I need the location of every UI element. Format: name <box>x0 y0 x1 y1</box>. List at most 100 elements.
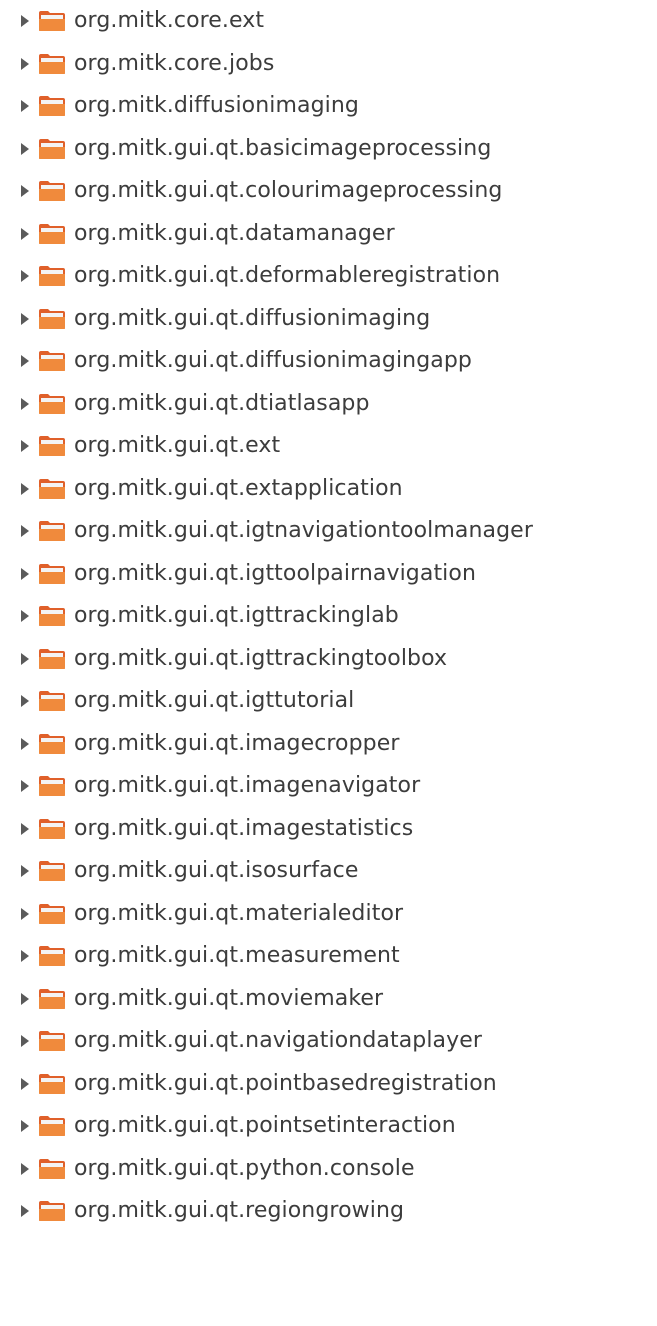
tree-item-label: org.mitk.gui.qt.igttrackingtoolbox <box>74 645 448 671</box>
tree-item[interactable]: org.mitk.gui.qt.materialeditor <box>0 893 657 936</box>
tree-item-label: org.mitk.gui.qt.pointbasedregistration <box>74 1070 497 1096</box>
tree-item[interactable]: org.mitk.gui.qt.isosurface <box>0 850 657 893</box>
expander-triangle-right-icon[interactable] <box>20 777 34 795</box>
tree-item[interactable]: org.mitk.gui.qt.igttutorial <box>0 680 657 723</box>
folder-icon <box>38 647 68 671</box>
tree-item-label: org.mitk.gui.qt.diffusionimagingapp <box>74 348 472 374</box>
tree-item[interactable]: org.mitk.gui.qt.imagecropper <box>0 723 657 766</box>
expander-triangle-right-icon[interactable] <box>20 607 34 625</box>
tree-item[interactable]: org.mitk.core.ext <box>0 0 657 43</box>
tree-item[interactable]: org.mitk.gui.qt.regiongrowing <box>0 1190 657 1233</box>
folder-icon <box>38 264 68 288</box>
expander-triangle-right-icon[interactable] <box>20 735 34 753</box>
tree-item[interactable]: org.mitk.gui.qt.imagenavigator <box>0 765 657 808</box>
tree-item[interactable]: org.mitk.diffusionimaging <box>0 85 657 128</box>
tree-item-label: org.mitk.gui.qt.diffusionimaging <box>74 305 431 331</box>
tree-item-label: org.mitk.gui.qt.igttrackinglab <box>74 603 399 629</box>
expander-triangle-right-icon[interactable] <box>20 140 34 158</box>
folder-icon <box>38 434 68 458</box>
tree-item-label: org.mitk.diffusionimaging <box>74 93 359 119</box>
tree-item-label: org.mitk.gui.qt.python.console <box>74 1155 415 1181</box>
expander-triangle-right-icon[interactable] <box>20 437 34 455</box>
tree-item[interactable]: org.mitk.gui.qt.diffusionimagingapp <box>0 340 657 383</box>
tree-item[interactable]: org.mitk.gui.qt.moviemaker <box>0 978 657 1021</box>
folder-icon <box>38 817 68 841</box>
tree-item[interactable]: org.mitk.gui.qt.igttoolpairnavigation <box>0 553 657 596</box>
expander-triangle-right-icon[interactable] <box>20 182 34 200</box>
folder-icon <box>38 179 68 203</box>
tree-item[interactable]: org.mitk.core.jobs <box>0 43 657 86</box>
tree-item[interactable]: org.mitk.gui.qt.imagestatistics <box>0 808 657 851</box>
expander-triangle-right-icon[interactable] <box>20 480 34 498</box>
folder-icon <box>38 604 68 628</box>
expander-triangle-right-icon[interactable] <box>20 650 34 668</box>
expander-triangle-right-icon[interactable] <box>20 905 34 923</box>
folder-icon <box>38 519 68 543</box>
folder-icon <box>38 562 68 586</box>
folder-icon <box>38 349 68 373</box>
folder-icon <box>38 689 68 713</box>
tree-item-label: org.mitk.gui.qt.deformableregistration <box>74 263 501 289</box>
expander-triangle-right-icon[interactable] <box>20 1160 34 1178</box>
tree-item-label: org.mitk.gui.qt.isosurface <box>74 858 359 884</box>
tree-item[interactable]: org.mitk.gui.qt.ext <box>0 425 657 468</box>
tree-item-label: org.mitk.gui.qt.igtnavigationtoolmanager <box>74 518 533 544</box>
tree-item[interactable]: org.mitk.gui.qt.measurement <box>0 935 657 978</box>
tree-item[interactable]: org.mitk.gui.qt.basicimageprocessing <box>0 128 657 171</box>
tree-item[interactable]: org.mitk.gui.qt.pointsetinteraction <box>0 1105 657 1148</box>
folder-icon <box>38 222 68 246</box>
expander-triangle-right-icon[interactable] <box>20 225 34 243</box>
tree-item[interactable]: org.mitk.gui.qt.dtiatlasapp <box>0 383 657 426</box>
tree-item[interactable]: org.mitk.gui.qt.igtnavigationtoolmanager <box>0 510 657 553</box>
tree-item[interactable]: org.mitk.gui.qt.extapplication <box>0 468 657 511</box>
tree-item-label: org.mitk.core.jobs <box>74 50 275 76</box>
tree-item-label: org.mitk.gui.qt.measurement <box>74 943 400 969</box>
expander-triangle-right-icon[interactable] <box>20 1075 34 1093</box>
folder-icon <box>38 1072 68 1096</box>
tree-item[interactable]: org.mitk.gui.qt.python.console <box>0 1148 657 1191</box>
folder-icon <box>38 859 68 883</box>
expander-triangle-right-icon[interactable] <box>20 862 34 880</box>
folder-icon <box>38 987 68 1011</box>
tree-item[interactable]: org.mitk.gui.qt.pointbasedregistration <box>0 1063 657 1106</box>
expander-triangle-right-icon[interactable] <box>20 692 34 710</box>
expander-triangle-right-icon[interactable] <box>20 1117 34 1135</box>
folder-icon <box>38 1029 68 1053</box>
folder-icon <box>38 477 68 501</box>
tree-item[interactable]: org.mitk.gui.qt.datamanager <box>0 213 657 256</box>
tree-item-label: org.mitk.gui.qt.imagestatistics <box>74 815 414 841</box>
tree-item-label: org.mitk.gui.qt.navigationdataplayer <box>74 1028 483 1054</box>
expander-triangle-right-icon[interactable] <box>20 55 34 73</box>
tree-item-label: org.mitk.gui.qt.colourimageprocessing <box>74 178 503 204</box>
folder-icon <box>38 307 68 331</box>
expander-triangle-right-icon[interactable] <box>20 310 34 328</box>
expander-triangle-right-icon[interactable] <box>20 820 34 838</box>
tree-item-label: org.mitk.gui.qt.ext <box>74 433 281 459</box>
expander-triangle-right-icon[interactable] <box>20 522 34 540</box>
tree-item[interactable]: org.mitk.gui.qt.colourimageprocessing <box>0 170 657 213</box>
tree-item[interactable]: org.mitk.gui.qt.navigationdataplayer <box>0 1020 657 1063</box>
tree-item[interactable]: org.mitk.gui.qt.diffusionimaging <box>0 298 657 341</box>
folder-icon <box>38 774 68 798</box>
expander-triangle-right-icon[interactable] <box>20 947 34 965</box>
folder-icon <box>38 1157 68 1181</box>
tree-item[interactable]: org.mitk.gui.qt.igttrackingtoolbox <box>0 638 657 681</box>
folder-icon <box>38 137 68 161</box>
folder-icon <box>38 9 68 33</box>
folder-icon <box>38 732 68 756</box>
folder-tree: org.mitk.core.ext org.mitk.core.jobs org.m… <box>0 0 657 1233</box>
expander-triangle-right-icon[interactable] <box>20 12 34 30</box>
expander-triangle-right-icon[interactable] <box>20 395 34 413</box>
tree-item-label: org.mitk.gui.qt.basicimageprocessing <box>74 135 492 161</box>
expander-triangle-right-icon[interactable] <box>20 990 34 1008</box>
expander-triangle-right-icon[interactable] <box>20 352 34 370</box>
tree-item[interactable]: org.mitk.gui.qt.deformableregistration <box>0 255 657 298</box>
expander-triangle-right-icon[interactable] <box>20 565 34 583</box>
expander-triangle-right-icon[interactable] <box>20 97 34 115</box>
expander-triangle-right-icon[interactable] <box>20 1032 34 1050</box>
tree-item-label: org.mitk.gui.qt.regiongrowing <box>74 1198 405 1224</box>
expander-triangle-right-icon[interactable] <box>20 1202 34 1220</box>
folder-icon <box>38 52 68 76</box>
tree-item[interactable]: org.mitk.gui.qt.igttrackinglab <box>0 595 657 638</box>
expander-triangle-right-icon[interactable] <box>20 267 34 285</box>
